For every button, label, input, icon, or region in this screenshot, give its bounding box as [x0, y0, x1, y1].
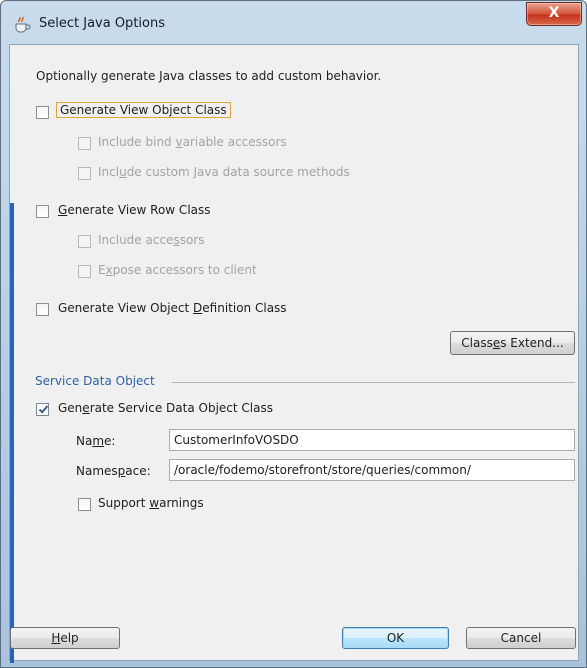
mnemonic: u	[119, 165, 127, 179]
mnemonic: x	[105, 263, 113, 277]
label-part: Incl	[98, 165, 120, 179]
cancel-button[interactable]: Cancel	[466, 627, 576, 649]
label-part: pose accessors to client	[112, 263, 257, 277]
expose-accessors-label[interactable]: Expose accessors to client	[98, 263, 257, 277]
expose-accessors-checkbox[interactable]	[78, 265, 91, 278]
label-part: e:	[104, 434, 116, 448]
mnemonic: G	[58, 203, 68, 217]
bind-variable-accessors-label[interactable]: Include bind variable accessors	[98, 135, 287, 149]
left-accent-bar	[10, 203, 14, 663]
close-icon: X	[548, 5, 560, 21]
java-cup-icon	[13, 15, 33, 33]
label-part: elp	[60, 631, 79, 645]
view-object-definition-class-label[interactable]: Generate View Object Definition Class	[58, 301, 287, 315]
view-object-class-checkbox[interactable]	[36, 106, 49, 119]
support-warnings-label[interactable]: Support warnings	[98, 496, 204, 510]
label-part: Generate View Ob	[60, 103, 170, 117]
label-part: Names	[76, 464, 118, 478]
label-part: efinition Class	[202, 301, 287, 315]
generate-sdo-class-label[interactable]: Generate Service Data Object Class	[58, 401, 273, 415]
dialog-body: Optionally generate Java classes to add …	[9, 44, 579, 663]
support-warnings-checkbox[interactable]	[78, 498, 91, 511]
close-button[interactable]: X	[526, 2, 582, 26]
view-object-class-label[interactable]: Generate View Object Class	[56, 102, 231, 118]
label-part: Support	[98, 496, 150, 510]
sdo-section-divider	[172, 382, 575, 383]
mnemonic: e	[82, 401, 90, 415]
label-part: Class	[461, 336, 493, 350]
mnemonic: m	[92, 434, 105, 448]
custom-data-source-methods-checkbox[interactable]	[78, 167, 91, 180]
namespace-field[interactable]: /oracle/fodemo/storefront/store/queries/…	[169, 459, 575, 481]
label-part: Generate View Object	[58, 301, 194, 315]
label-part: rate Service Data Object Class	[89, 401, 273, 415]
label-part: sors	[179, 233, 205, 247]
include-accessors-label[interactable]: Include accessors	[98, 233, 204, 247]
help-button[interactable]: Help	[10, 627, 120, 649]
classes-extend-button[interactable]: Classes Extend...	[450, 331, 575, 355]
check-icon	[38, 405, 49, 414]
dialog-window: Select Java Options X Optionally generat…	[0, 0, 587, 668]
label-part: ect Class	[172, 103, 227, 117]
label-part: Na	[76, 434, 93, 448]
include-accessors-checkbox[interactable]	[78, 235, 91, 248]
label-part: Include bind	[98, 135, 176, 149]
label-part: Gen	[58, 401, 83, 415]
label-part: ace:	[125, 464, 151, 478]
label-part: ariable accessors	[182, 135, 287, 149]
intro-text: Optionally generate Java classes to add …	[36, 69, 382, 83]
label-part: arnings	[159, 496, 204, 510]
mnemonic: v	[175, 135, 183, 149]
name-label: Name:	[76, 434, 115, 448]
mnemonic: H	[51, 631, 61, 645]
view-object-definition-class-checkbox[interactable]	[36, 303, 49, 316]
focus-outline: Generate View Object Class	[56, 102, 231, 118]
custom-data-source-methods-label[interactable]: Include custom Java data source methods	[98, 165, 350, 179]
label-part: E	[98, 263, 106, 277]
title-bar[interactable]: Select Java Options X	[1, 1, 586, 44]
namespace-label: Namespace:	[76, 464, 151, 478]
mnemonic: D	[193, 301, 203, 315]
sdo-section-title: Service Data Object	[35, 374, 155, 388]
label-part: enerate View Row Class	[67, 203, 211, 217]
label-part: Include acce	[98, 233, 174, 247]
mnemonic: w	[149, 496, 160, 510]
label-part: de custom Java data source methods	[126, 165, 350, 179]
view-row-class-label[interactable]: Generate View Row Class	[58, 203, 211, 217]
ok-button[interactable]: OK	[342, 627, 449, 649]
window-title: Select Java Options	[39, 16, 165, 31]
bind-variable-accessors-checkbox[interactable]	[78, 137, 91, 150]
view-row-class-checkbox[interactable]	[36, 205, 49, 218]
generate-sdo-class-checkbox[interactable]	[36, 403, 49, 416]
label-part: s Extend...	[500, 336, 564, 350]
name-field[interactable]: CustomerInfoVOSDO	[169, 429, 575, 451]
